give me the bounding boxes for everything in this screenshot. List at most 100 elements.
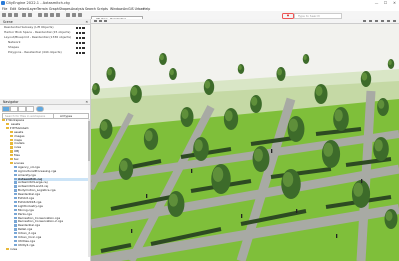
tree-scrollbar[interactable] bbox=[88, 119, 90, 257]
sync-icon[interactable] bbox=[36, 106, 44, 112]
layer-row[interactable]: Shapes bbox=[8, 45, 19, 49]
tree-highlight bbox=[144, 130, 153, 142]
file-icon bbox=[14, 208, 17, 212]
3d-viewport[interactable] bbox=[91, 19, 399, 261]
lighting-icon[interactable] bbox=[369, 19, 372, 23]
camera-icon[interactable] bbox=[94, 19, 97, 23]
close-icon[interactable]: ✕ bbox=[85, 20, 88, 24]
rotate-tool-icon[interactable] bbox=[50, 13, 54, 17]
tree-highlight bbox=[374, 139, 383, 152]
navigator-toolbar bbox=[0, 105, 90, 112]
person-figure bbox=[336, 234, 338, 238]
record-button[interactable]: ● bbox=[282, 13, 294, 19]
bookmark-icon[interactable] bbox=[99, 19, 102, 23]
menu-search[interactable]: Search bbox=[85, 7, 96, 11]
layers-icon[interactable] bbox=[363, 19, 366, 23]
person-figure bbox=[361, 179, 363, 183]
file-icon bbox=[14, 181, 17, 184]
tree-highlight bbox=[282, 172, 294, 187]
menu-edit[interactable]: Edit bbox=[10, 7, 16, 11]
folder-icon bbox=[10, 130, 13, 134]
layer-visibility-icons[interactable] bbox=[76, 26, 89, 30]
folder-icon bbox=[10, 150, 13, 153]
tree-highlight bbox=[100, 121, 108, 131]
file-icon bbox=[14, 169, 17, 173]
layer-row[interactable]: Residential Subway (Lift Objects) bbox=[4, 25, 54, 29]
folder-icon bbox=[10, 138, 13, 141]
layer-visibility-icons[interactable] bbox=[76, 46, 89, 50]
link-editor-icon[interactable] bbox=[10, 106, 18, 112]
scene-panel-title: Scene bbox=[3, 19, 13, 24]
menu-file[interactable]: File bbox=[2, 7, 7, 11]
scale-tool-icon[interactable] bbox=[56, 13, 60, 17]
file-icon bbox=[14, 185, 17, 188]
open-icon[interactable] bbox=[8, 13, 12, 17]
window-title: CityEngine 2022.1 - Axtasmitch.ctg bbox=[6, 0, 70, 5]
menu-arcgis-urban[interactable]: ArcGIS Urban bbox=[123, 7, 144, 11]
search-placeholder: Type to Search bbox=[298, 13, 321, 18]
scene-render bbox=[91, 19, 399, 261]
tree-highlight bbox=[204, 80, 211, 89]
layer-visibility-icons[interactable] bbox=[76, 36, 89, 40]
menu-graph[interactable]: Graph bbox=[49, 7, 59, 11]
menu-help[interactable]: Help bbox=[143, 7, 150, 11]
layer-visibility-icons[interactable] bbox=[76, 31, 89, 35]
select-tool-icon[interactable] bbox=[38, 13, 42, 17]
polygon-tool-icon[interactable] bbox=[66, 13, 70, 17]
file-type-value: All types bbox=[60, 114, 73, 118]
file-icon bbox=[14, 216, 17, 219]
undo-icon[interactable] bbox=[22, 13, 26, 17]
tree-highlight bbox=[334, 109, 343, 122]
collapse-all-icon[interactable] bbox=[2, 106, 10, 112]
file-icon bbox=[14, 193, 17, 196]
file-icon bbox=[14, 239, 17, 243]
viewport-toolbar bbox=[91, 19, 399, 24]
file-icon bbox=[14, 212, 17, 215]
navigator-panel-title: Navigator bbox=[3, 99, 19, 104]
folder-icon bbox=[10, 154, 13, 157]
layer-row[interactable]: Harbor Blob Space - Residential (15 obje… bbox=[4, 30, 70, 34]
generate-icon[interactable] bbox=[78, 13, 82, 17]
person-figure bbox=[271, 149, 273, 153]
file-icon bbox=[14, 189, 17, 192]
tree-highlight bbox=[238, 65, 242, 70]
refresh-icon[interactable] bbox=[26, 106, 34, 112]
tree-folder[interactable]: rules bbox=[6, 247, 88, 252]
menu-select[interactable]: Select bbox=[18, 7, 28, 11]
layer-row[interactable]: Polygons - Residential (444 objects) bbox=[8, 50, 62, 54]
new-icon[interactable] bbox=[2, 13, 6, 17]
shadow-icon[interactable] bbox=[387, 19, 390, 23]
menu-shapes[interactable]: Shapes bbox=[59, 7, 71, 11]
menu-layer[interactable]: Layer bbox=[28, 7, 37, 11]
move-tool-icon[interactable] bbox=[44, 13, 48, 17]
close-icon[interactable]: ✕ bbox=[85, 100, 88, 104]
settings-icon[interactable] bbox=[393, 19, 396, 23]
layer-visibility-icons[interactable] bbox=[76, 51, 89, 55]
menu-window[interactable]: Window bbox=[110, 7, 123, 11]
person-figure bbox=[241, 214, 243, 218]
save-icon[interactable] bbox=[14, 13, 18, 17]
tree-highlight bbox=[119, 160, 128, 172]
tree-highlight bbox=[361, 72, 368, 81]
folder-icon bbox=[10, 146, 13, 149]
layer-visibility-icons[interactable] bbox=[76, 41, 89, 45]
texture-icon[interactable] bbox=[381, 19, 384, 23]
folder-icon bbox=[6, 247, 9, 251]
layer-row[interactable]: Network bbox=[8, 40, 21, 44]
folder-icon bbox=[2, 119, 5, 122]
menu-scripts[interactable]: Scripts bbox=[97, 7, 108, 11]
layer-row[interactable]: Layout/Blueprint - Residential (1336 obj… bbox=[4, 35, 71, 39]
redo-icon[interactable] bbox=[28, 13, 32, 17]
wireframe-icon[interactable] bbox=[375, 19, 378, 23]
tree-highlight bbox=[385, 211, 393, 221]
tree-highlight bbox=[303, 55, 307, 60]
menu-terrain[interactable]: Terrain bbox=[37, 7, 48, 11]
folder-icon bbox=[10, 134, 13, 137]
filter-icon[interactable] bbox=[18, 106, 26, 112]
street-tool-icon[interactable] bbox=[72, 13, 76, 17]
tree-highlight bbox=[159, 54, 164, 61]
person-figure bbox=[296, 209, 298, 213]
file-icon bbox=[14, 197, 17, 200]
display-icon[interactable] bbox=[104, 19, 107, 23]
menu-analysis[interactable]: Analysis bbox=[71, 7, 84, 11]
